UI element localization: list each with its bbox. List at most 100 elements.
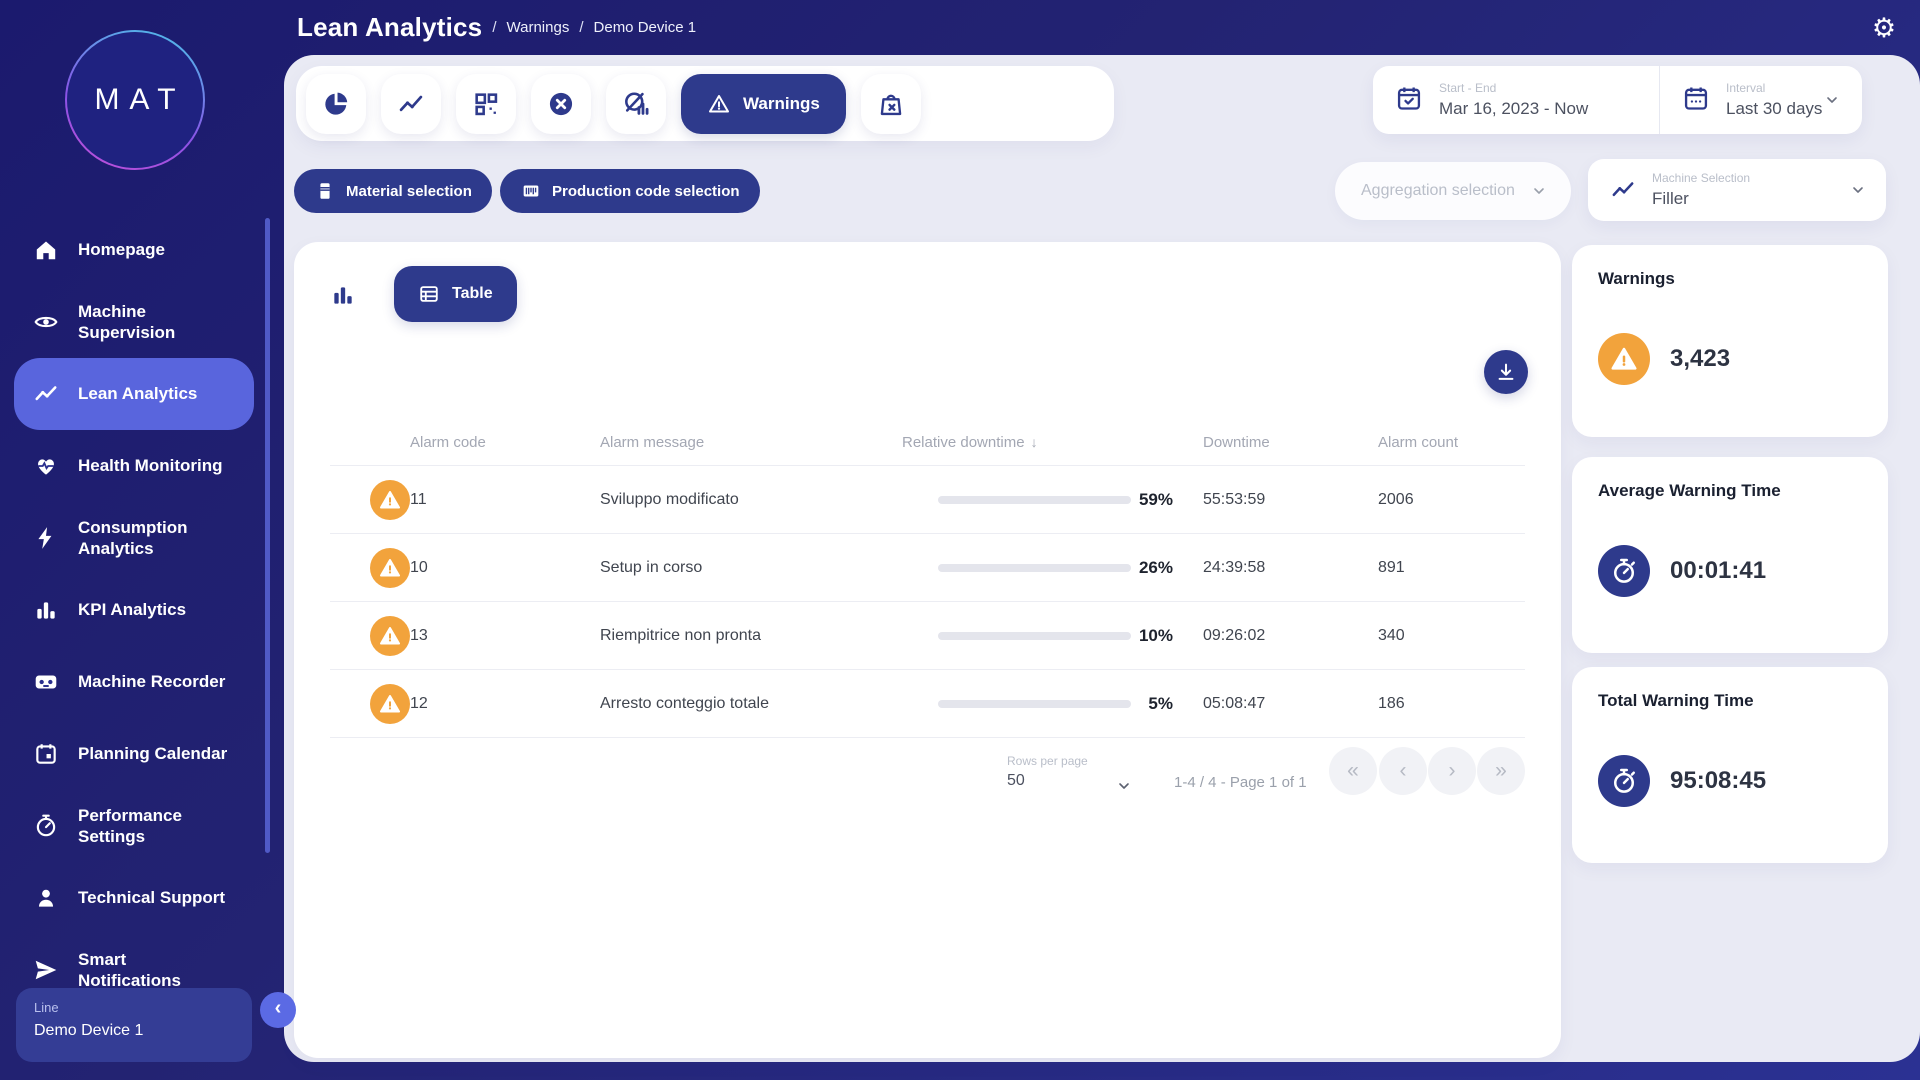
- sidebar-item-kpi-analytics[interactable]: KPI Analytics: [0, 574, 284, 646]
- trend-tab-button[interactable]: [381, 74, 441, 134]
- qr-code-icon: [472, 90, 500, 118]
- alarm-count: 2006: [1378, 491, 1414, 509]
- warning-triangle-icon: [1598, 333, 1650, 385]
- rows-per-page[interactable]: Rows per page 50: [1007, 754, 1088, 790]
- material-jar-icon: [314, 180, 336, 202]
- device-panel[interactable]: Line Demo Device 1: [16, 988, 252, 1062]
- sidebar-item-planning-calendar[interactable]: Planning Calendar: [0, 718, 284, 790]
- material-selection-button[interactable]: Material selection: [294, 169, 492, 213]
- chevron-down-icon[interactable]: [1116, 778, 1132, 794]
- table-view-label: Table: [452, 285, 493, 303]
- downtime-value: 09:26:02: [1203, 627, 1265, 645]
- warnings-tab-label: Warnings: [743, 94, 820, 114]
- next-page-button[interactable]: ›: [1428, 747, 1476, 795]
- sidebar-item-lean-analytics[interactable]: Lean Analytics: [14, 358, 254, 430]
- alarm-count: 891: [1378, 559, 1405, 577]
- average-warning-time-card: Average Warning Time 00:01:41: [1572, 457, 1888, 653]
- sidebar-item-performance-settings[interactable]: Performance Settings: [0, 790, 284, 862]
- stops-tab-button[interactable]: [531, 74, 591, 134]
- aggregation-select[interactable]: Aggregation selection: [1335, 162, 1571, 220]
- sidebar-item-technical-support[interactable]: Technical Support: [0, 862, 284, 934]
- downtime-value: 55:53:59: [1203, 491, 1265, 509]
- sidebar-item-homepage[interactable]: Homepage: [0, 214, 284, 286]
- rows-per-page-label: Rows per page: [1007, 754, 1088, 768]
- col-alarm-code[interactable]: Alarm code: [410, 434, 486, 451]
- logo-text: MAT: [84, 83, 185, 117]
- rows-per-page-value: 50: [1007, 772, 1088, 790]
- col-relative-downtime[interactable]: Relative downtime↓: [902, 434, 1038, 451]
- cassette-icon: [32, 669, 60, 695]
- col-alarm-message[interactable]: Alarm message: [600, 434, 704, 451]
- production-code-selection-button[interactable]: Production code selection: [500, 169, 760, 213]
- device-name: Demo Device 1: [34, 1022, 234, 1040]
- table-icon: [418, 283, 440, 305]
- total-warning-time-value: 95:08:45: [1670, 767, 1766, 795]
- stopwatch-icon: [1598, 545, 1650, 597]
- tab-warnings[interactable]: Warnings: [681, 74, 846, 134]
- x-circle-icon: [547, 90, 575, 118]
- alarm-code: 10: [410, 559, 428, 577]
- trend-icon: [1610, 177, 1636, 203]
- breadcrumb-warnings[interactable]: Warnings: [507, 19, 570, 36]
- alarm-count: 340: [1378, 627, 1405, 645]
- sidebar-item-consumption-analytics[interactable]: Consumption Analytics: [0, 502, 284, 574]
- start-end-selector[interactable]: Start - End Mar 16, 2023 - Now: [1373, 66, 1660, 134]
- chart-view-toggle-button[interactable]: [330, 282, 356, 308]
- losses-tab-button[interactable]: [606, 74, 666, 134]
- chevron-down-icon: [1850, 182, 1866, 198]
- sidebar-collapse-button[interactable]: ‹: [260, 992, 296, 1028]
- interval-selector[interactable]: Interval Last 30 days: [1660, 66, 1862, 134]
- sidebar-item-health-monitoring[interactable]: Health Monitoring: [0, 430, 284, 502]
- rejects-tab-button[interactable]: [861, 74, 921, 134]
- last-page-button[interactable]: »: [1477, 747, 1525, 795]
- losses-icon: [622, 90, 650, 118]
- breadcrumb-device[interactable]: Demo Device 1: [594, 19, 697, 36]
- machine-select[interactable]: Machine Selection Filler: [1588, 159, 1886, 221]
- alarm-code: 11: [410, 491, 427, 509]
- settings-gear-icon[interactable]: ⚙: [1866, 10, 1902, 46]
- warning-badge-icon: [370, 548, 410, 588]
- average-warning-time-value: 00:01:41: [1670, 557, 1766, 585]
- pie-chart-tab-button[interactable]: [306, 74, 366, 134]
- stopwatch-icon: [1598, 755, 1650, 807]
- warning-badge-icon: [370, 616, 410, 656]
- download-button[interactable]: [1484, 350, 1528, 394]
- sidebar-scrollbar[interactable]: [265, 218, 270, 853]
- page-title: Lean Analytics: [297, 12, 482, 43]
- downtime-value: 05:08:47: [1203, 695, 1265, 713]
- sidebar-item-machine-supervision[interactable]: Machine Supervision: [0, 286, 284, 358]
- table-row: 11 Sviluppo modificato 59% 55:53:59 2006: [330, 466, 1525, 534]
- kpi-title: Total Warning Time: [1598, 691, 1862, 711]
- col-alarm-count[interactable]: Alarm count: [1378, 434, 1458, 451]
- home-icon: [32, 237, 60, 263]
- downtime-value: 24:39:58: [1203, 559, 1265, 577]
- sidebar-item-machine-recorder[interactable]: Machine Recorder: [0, 646, 284, 718]
- sort-desc-icon: ↓: [1031, 434, 1038, 450]
- view-toolbar: Warnings: [296, 66, 1114, 141]
- aggregation-placeholder: Aggregation selection: [1361, 182, 1515, 200]
- calendar-check-icon: [1395, 84, 1423, 117]
- warning-triangle-icon: [707, 92, 731, 116]
- breadcrumb-separator: /: [492, 19, 496, 36]
- alarm-code: 13: [410, 627, 428, 645]
- bag-x-icon: [877, 90, 905, 118]
- table-header-row: Alarm code Alarm message Relative downti…: [330, 420, 1525, 466]
- table-view-toggle-button[interactable]: Table: [394, 266, 517, 322]
- warning-badge-icon: [370, 684, 410, 724]
- warnings-kpi-card: Warnings 3,423: [1572, 245, 1888, 437]
- col-downtime[interactable]: Downtime: [1203, 434, 1270, 451]
- bar-chart-icon: [330, 282, 356, 308]
- previous-page-button[interactable]: ‹: [1379, 747, 1427, 795]
- downtime-percent: 26%: [1093, 558, 1173, 578]
- content-area: Warnings Start - End Mar 16, 2023 - Now …: [284, 55, 1920, 1062]
- total-warning-time-card: Total Warning Time 95:08:45: [1572, 667, 1888, 863]
- warnings-table-panel: Table Alarm code Alarm message Relative …: [294, 242, 1561, 1058]
- first-page-button[interactable]: «: [1329, 747, 1377, 795]
- downtime-percent: 5%: [1093, 694, 1173, 714]
- table-row: 12 Arresto conteggio totale 5% 05:08:47 …: [330, 670, 1525, 738]
- breadcrumb-separator: /: [579, 19, 583, 36]
- send-icon: [32, 957, 60, 983]
- warnings-count: 3,423: [1670, 345, 1730, 373]
- calendar-icon: [32, 741, 60, 767]
- qr-code-tab-button[interactable]: [456, 74, 516, 134]
